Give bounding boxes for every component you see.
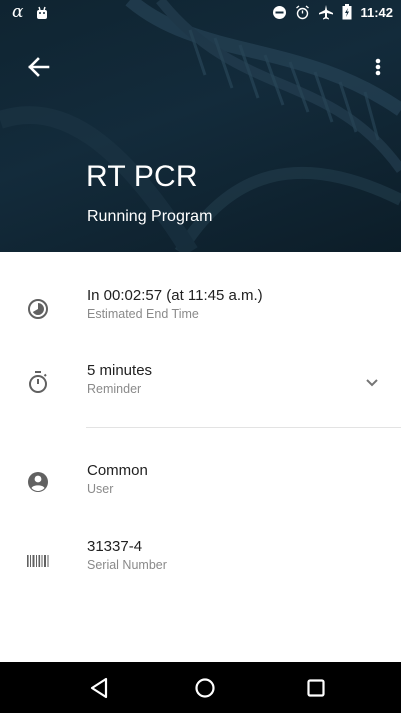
timer-icon: [29, 371, 47, 393]
back-arrow-icon[interactable]: [22, 50, 56, 84]
do-not-disturb-icon: [273, 5, 287, 19]
user-label: User: [87, 482, 114, 496]
end-time-label: Estimated End Time: [87, 307, 199, 321]
alpha-icon: α: [12, 2, 24, 22]
back-triangle-icon[interactable]: [86, 674, 114, 702]
android-icon: [37, 6, 48, 19]
reminder-row[interactable]: 5 minutes Reminder: [0, 355, 401, 415]
user-row: Common User: [0, 455, 401, 515]
system-navigation-bar: [0, 662, 401, 713]
home-circle-icon[interactable]: [191, 674, 219, 702]
chevron-down-icon[interactable]: [362, 373, 382, 393]
more-options-icon[interactable]: [366, 52, 390, 82]
reminder-label: Reminder: [87, 382, 142, 396]
airplane-icon: [319, 5, 334, 20]
alarm-icon: [296, 4, 310, 19]
status-bar: α 11:42: [0, 0, 401, 26]
reminder-value: 5 minutes: [87, 362, 153, 379]
battery-charging-icon: [342, 4, 352, 20]
app-header: α 11:42 RT PCR Running Program: [0, 0, 401, 252]
user-value: Common: [87, 462, 148, 479]
page-title: RT PCR: [86, 160, 198, 193]
serial-number-value: 31337-4: [87, 538, 143, 555]
recents-square-icon[interactable]: [302, 674, 330, 702]
serial-number-label: Serial Number: [87, 558, 167, 572]
serial-number-row: 31337-4 Serial Number: [0, 533, 401, 593]
barcode-icon: [27, 555, 49, 567]
section-divider: [86, 427, 401, 428]
account-circle-icon: [28, 472, 48, 492]
page-subtitle: Running Program: [87, 208, 213, 225]
status-time: 11:42: [360, 4, 393, 20]
timelapse-icon: [28, 299, 48, 319]
end-time-value: In 00:02:57 (at 11:45 a.m.): [87, 287, 263, 304]
estimated-end-time-row: In 00:02:57 (at 11:45 a.m.) Estimated En…: [0, 280, 401, 340]
